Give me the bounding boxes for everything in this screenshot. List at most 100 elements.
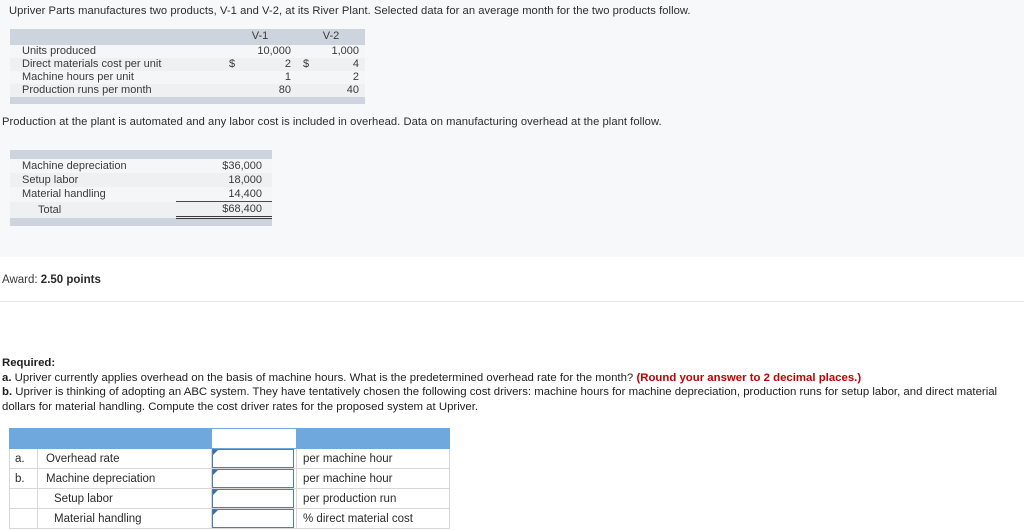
answer-table-header-row — [9, 428, 450, 449]
requirement-b-text: Upriver is thinking of adopting an ABC s… — [2, 386, 998, 413]
answer-row-label: Overhead rate — [37, 448, 212, 469]
overhead-rate-input[interactable] — [212, 449, 294, 468]
requirement-a-line: a. Upriver currently applies overhead on… — [2, 371, 1022, 386]
product-row-v2-value: 1,000 — [331, 45, 359, 57]
product-row-v1-currency — [223, 71, 245, 84]
product-table-footer-band — [10, 97, 365, 104]
required-section: Required: a. Upriver currently applies o… — [2, 356, 1022, 414]
section-divider — [0, 301, 1024, 302]
answer-input-cell[interactable] — [211, 448, 297, 469]
answer-row-label: Material handling — [37, 508, 212, 529]
overhead-row-amount: 18,000 — [228, 174, 262, 186]
product-row-v2-value: 4 — [352, 58, 359, 70]
answer-header-value — [211, 428, 297, 449]
product-row-v2-value: 40 — [346, 84, 359, 96]
answer-entry-table: a. Overhead rate per machine hour b. Mac… — [9, 428, 450, 529]
overhead-header-blank-right — [176, 150, 272, 159]
product-row-label: Production runs per month — [22, 84, 152, 96]
product-row-label: Units produced — [22, 45, 96, 57]
material-handling-input[interactable] — [212, 509, 294, 528]
table-row: Units produced 10,000 1,000 — [10, 45, 365, 58]
requirement-b-line: b. Upriver is thinking of adopting an AB… — [2, 385, 1022, 414]
overhead-table-header-band — [10, 150, 272, 159]
input-wrapper — [212, 509, 294, 528]
answer-row-ref — [9, 488, 38, 509]
answer-row-label: Machine depreciation — [37, 468, 212, 489]
requirement-a-rounding-note: (Round your answer to 2 decimal places.) — [636, 371, 862, 384]
table-row: Direct materials cost per unit $ 2 $ 4 — [10, 58, 365, 71]
product-row-v1-value: 2 — [284, 58, 291, 70]
intro-paragraph-1: Upriver Parts manufactures two products,… — [9, 5, 691, 17]
product-row-v1-currency: $ — [229, 58, 236, 70]
requirement-a-letter: a. — [2, 371, 12, 384]
table-row: Production runs per month 80 40 — [10, 84, 365, 97]
product-row-v2-currency: $ — [303, 58, 310, 70]
required-heading-line: Required: — [2, 356, 1022, 371]
product-row-label: Machine hours per unit — [22, 71, 134, 83]
table-row: Material handling 14,400 — [10, 187, 272, 202]
overhead-data-table: Machine depreciation $36,000 Setup labor… — [10, 150, 272, 226]
award-label: Award: — [2, 274, 38, 286]
product-row-v2-currency — [297, 84, 319, 97]
overhead-row-amount: $36,000 — [222, 160, 262, 172]
answer-input-cell[interactable] — [211, 488, 297, 509]
product-table-header-v2: V-2 — [322, 30, 340, 42]
overhead-total-label: Total — [38, 203, 62, 216]
answer-header-name — [37, 428, 212, 449]
intro-paragraph-2: Production at the plant is automated and… — [2, 116, 662, 128]
award-points-value: 2.50 points — [40, 274, 101, 286]
overhead-header-blank-left — [10, 150, 176, 159]
product-row-v1-currency — [223, 84, 245, 97]
answer-row-label: Setup labor — [37, 488, 212, 509]
table-row: Material handling % direct material cost — [9, 508, 450, 529]
product-row-v1-value: 10,000 — [257, 45, 291, 57]
product-row-v2-currency — [297, 71, 319, 84]
overhead-total-amount: $68,400 — [176, 201, 272, 219]
answer-row-ref — [9, 508, 38, 529]
setup-labor-input[interactable] — [212, 489, 294, 508]
table-row: Setup labor per production run — [9, 488, 450, 509]
product-row-v1-currency — [223, 45, 245, 58]
award-strip: Award: 2.50 points — [2, 274, 101, 286]
overhead-row-label: Machine depreciation — [22, 160, 127, 172]
overhead-row-amount: 14,400 — [176, 187, 272, 202]
overhead-table-footer-cell — [10, 218, 272, 227]
table-row: b. Machine depreciation per machine hour — [9, 468, 450, 489]
table-row: Machine hours per unit 1 2 — [10, 71, 365, 84]
answer-row-ref: b. — [9, 468, 38, 489]
table-row: Setup labor 18,000 — [10, 173, 272, 187]
table-row: a. Overhead rate per machine hour — [9, 448, 450, 469]
answer-row-ref: a. — [9, 448, 38, 469]
input-wrapper — [212, 449, 294, 468]
product-row-v2-value: 2 — [352, 71, 359, 83]
input-wrapper — [212, 489, 294, 508]
product-row-v1-value: 1 — [284, 71, 291, 83]
answer-row-unit: per machine hour — [296, 448, 450, 469]
requirement-a-text: Upriver currently applies overhead on th… — [14, 371, 634, 384]
table-row: Machine depreciation $36,000 — [10, 159, 272, 173]
answer-input-cell[interactable] — [211, 468, 297, 489]
product-row-v2-currency — [297, 45, 319, 58]
answer-row-unit: per machine hour — [296, 468, 450, 489]
product-table-header-blank — [10, 29, 223, 45]
answer-header-unit — [296, 428, 450, 449]
machine-depreciation-input[interactable] — [212, 469, 294, 488]
overhead-total-row: Total $68,400 — [10, 201, 272, 219]
input-wrapper — [212, 469, 294, 488]
product-table-footer-cell — [10, 97, 365, 104]
problem-statement-panel: Upriver Parts manufactures two products,… — [0, 0, 1024, 257]
product-row-label: Direct materials cost per unit — [22, 58, 162, 70]
product-data-table: V-1 V-2 Units produced 10,000 1,000 Dire… — [10, 29, 365, 104]
overhead-table-footer-band — [10, 217, 272, 227]
answer-row-unit: % direct material cost — [296, 508, 450, 529]
answer-header-ref — [9, 428, 38, 449]
answer-row-unit: per production run — [296, 488, 450, 509]
product-table-header-v1: V-1 — [251, 30, 269, 42]
product-table-header-row: V-1 V-2 — [10, 29, 365, 45]
product-row-v1-value: 80 — [278, 84, 291, 96]
overhead-row-label: Material handling — [22, 188, 106, 201]
requirement-b-letter: b. — [2, 386, 13, 398]
required-heading: Required: — [2, 357, 56, 369]
overhead-row-label: Setup labor — [22, 174, 79, 186]
answer-input-cell[interactable] — [211, 508, 297, 529]
